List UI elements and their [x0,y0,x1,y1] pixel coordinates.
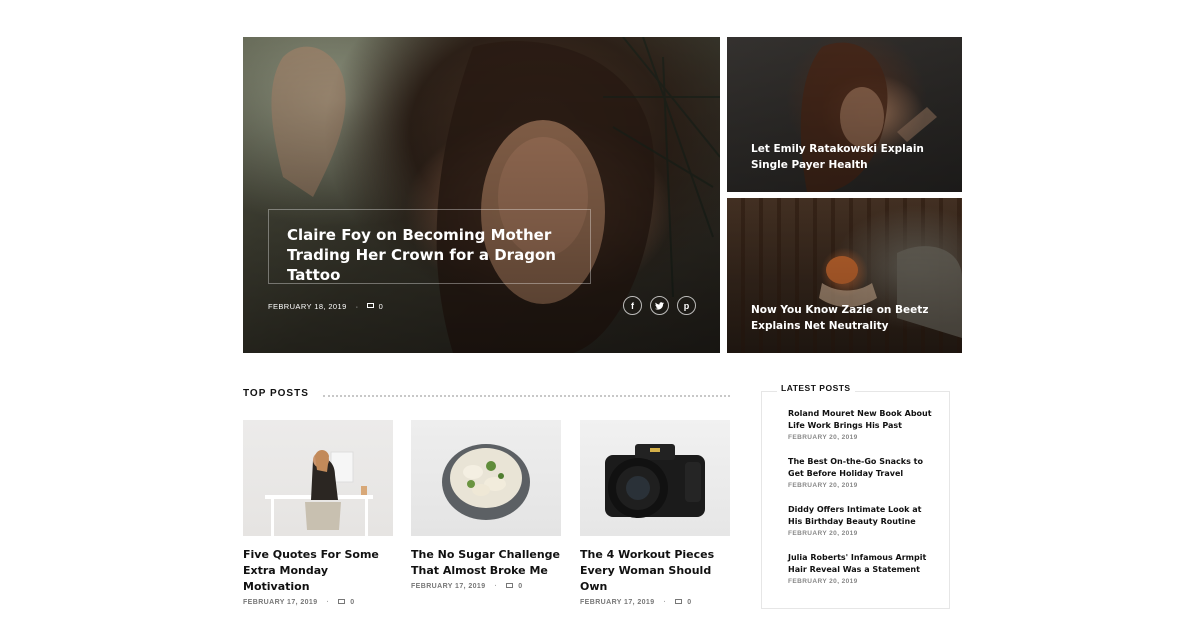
comment-count[interactable]: 0 [350,599,354,606]
post-title[interactable]: The No Sugar Challenge That Almost Broke… [411,547,561,579]
latest-post-title[interactable]: The Best On-the-Go Snacks to Get Before … [788,456,938,479]
latest-post-item[interactable]: Roland Mouret New Book About Life Work B… [788,408,938,441]
post-date: FEBRUARY 17, 2019 [580,599,655,606]
comment-icon [675,599,683,604]
meta-separator: · [326,599,330,606]
share-buttons: f p [623,296,696,315]
latest-post-title[interactable]: Julia Roberts' Infamous Armpit Hair Reve… [788,552,938,575]
latest-post-title[interactable]: Roland Mouret New Book About Life Work B… [788,408,938,431]
post-meta: FEBRUARY 17, 2019 · 0 [580,599,730,606]
latest-post-date: FEBRUARY 20, 2019 [788,578,858,585]
post-title[interactable]: The 4 Workout Pieces Every Woman Should … [580,547,730,595]
latest-posts-label: LATEST POSTS [777,383,855,393]
post-image-food[interactable] [411,420,561,536]
post-date: FEBRUARY 17, 2019 [243,599,318,606]
comment-icon [506,583,514,588]
top-post-card[interactable]: Five Quotes For Some Extra Monday Motiva… [243,420,393,606]
top-posts-header: TOP POSTS [243,388,730,399]
side-featured-post-1[interactable]: Let Emily Ratakowski Explain Single Paye… [727,37,962,192]
pinterest-icon[interactable]: p [677,296,696,315]
top-post-card[interactable]: The 4 Workout Pieces Every Woman Should … [580,420,730,606]
comment-count[interactable]: 0 [687,599,691,606]
post-meta: FEBRUARY 17, 2019 · 0 [411,583,561,590]
latest-post-item[interactable]: Julia Roberts' Infamous Armpit Hair Reve… [788,552,938,585]
comment-icon [366,303,374,308]
post-meta: FEBRUARY 17, 2019 · 0 [243,599,393,606]
latest-post-item[interactable]: The Best On-the-Go Snacks to Get Before … [788,456,938,489]
side-featured-post-2[interactable]: Now You Know Zazie on Beetz Explains Net… [727,198,962,353]
post-image-desk[interactable] [243,420,393,536]
latest-post-date: FEBRUARY 20, 2019 [788,434,858,441]
meta-separator: · [663,599,667,606]
hero-meta: FEBRUARY 18, 2019 · 0 [268,302,383,311]
post-image-camera[interactable] [580,420,730,536]
dotted-divider [322,394,730,397]
hero-comment-count[interactable]: 0 [379,302,384,311]
twitter-icon[interactable] [650,296,669,315]
top-post-card[interactable]: The No Sugar Challenge That Almost Broke… [411,420,561,590]
latest-post-item[interactable]: Diddy Offers Intimate Look at His Birthd… [788,504,938,537]
latest-post-date: FEBRUARY 20, 2019 [788,482,858,489]
latest-post-date: FEBRUARY 20, 2019 [788,530,858,537]
side-title-2[interactable]: Now You Know Zazie on Beetz Explains Net… [751,302,941,334]
meta-separator: · [355,302,359,311]
hero-title[interactable]: Claire Foy on Becoming Mother Trading He… [287,225,587,285]
post-title[interactable]: Five Quotes For Some Extra Monday Motiva… [243,547,393,595]
meta-separator: · [494,583,498,590]
hero-featured-post[interactable]: Claire Foy on Becoming Mother Trading He… [243,37,720,353]
comment-count[interactable]: 0 [518,583,522,590]
post-date: FEBRUARY 17, 2019 [411,583,486,590]
side-title-1[interactable]: Let Emily Ratakowski Explain Single Paye… [751,141,941,173]
top-posts-label: TOP POSTS [243,388,309,399]
hero-date: FEBRUARY 18, 2019 [268,302,347,311]
facebook-icon[interactable]: f [623,296,642,315]
latest-post-title[interactable]: Diddy Offers Intimate Look at His Birthd… [788,504,938,527]
comment-icon [338,599,346,604]
